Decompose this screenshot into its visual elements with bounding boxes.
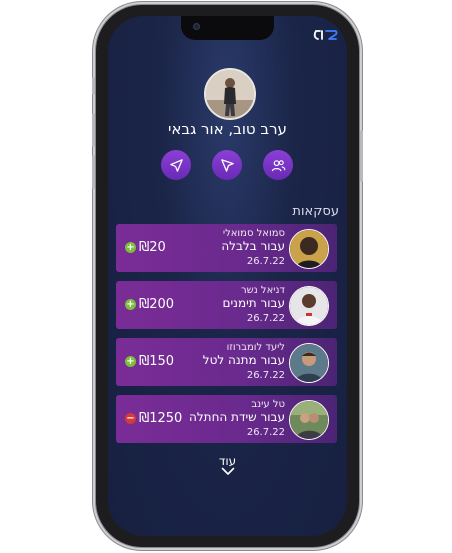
transaction-contact-name: דניאל נשר [241,285,285,296]
app-screen: ערב טוב, אור גבאי עסקאות סמואל סמואלי עב… [108,16,347,536]
plus-icon: + [125,298,136,310]
contact-avatar [289,400,329,440]
transaction-date: 26.7.22 [246,313,285,324]
send-icon [220,158,234,172]
camera-icon [193,23,200,30]
transaction-amount: − ₪1250 [125,411,182,426]
transaction-amount-value: ₪20 [139,240,166,255]
more-button[interactable]: עוד [108,454,347,468]
contact-avatar [289,286,329,326]
power-button [360,130,363,182]
transaction-description: עבור בלבלה [221,239,285,253]
transaction-amount: + ₪200 [125,297,174,312]
transaction-contact-name: סמואל סמואלי [222,228,285,239]
app-logo-icon [313,30,338,40]
transaction-amount-value: ₪1250 [139,411,183,426]
mute-switch [92,77,95,95]
transaction-row[interactable]: סמואל סמואלי עבור בלבלה 26.7.22 + ₪20 [116,224,337,272]
transactions-title: עסקאות [292,204,339,219]
transaction-description: עבור מתנה לטל [202,353,285,367]
contacts-button[interactable] [263,150,293,180]
contact-avatar [289,229,329,269]
contacts-icon [271,159,285,171]
plus-icon: + [125,355,136,367]
transaction-date: 26.7.22 [246,427,285,438]
plus-icon: + [125,241,136,253]
transaction-amount: + ₪150 [125,354,174,369]
transaction-row[interactable]: ליעד לומברוזו עבור מתנה לטל 26.7.22 + ₪1… [116,338,337,386]
minus-icon: − [125,412,136,424]
transaction-row[interactable]: דניאל נשר עבור תימנים 26.7.22 + ₪200 [116,281,337,329]
send-button[interactable] [212,150,242,180]
transaction-contact-name: טל עינב [251,399,285,410]
transaction-row[interactable]: טל עינב עבור שידת החתלה 26.7.22 − ₪1250 [116,395,337,443]
transaction-amount-value: ₪200 [139,297,175,312]
contact-avatar [289,343,329,383]
volume-up-button [92,113,95,147]
transaction-contact-name: ליעד לומברוזו [226,342,285,353]
transaction-date: 26.7.22 [246,256,285,267]
volume-down-button [92,155,95,189]
transaction-amount: + ₪20 [125,240,166,255]
navigate-button[interactable] [161,150,191,180]
transaction-date: 26.7.22 [246,370,285,381]
transaction-description: עבור שידת החתלה [189,410,285,424]
transaction-description: עבור תימנים [222,296,285,310]
navigate-icon [169,158,183,172]
user-avatar[interactable] [204,68,256,120]
chevron-down-icon[interactable] [221,467,235,476]
notch [181,16,274,40]
transaction-amount-value: ₪150 [139,354,175,369]
phone-frame: ערב טוב, אור גבאי עסקאות סמואל סמואלי עב… [92,5,363,547]
greeting-text: ערב טוב, אור גבאי [168,120,287,138]
